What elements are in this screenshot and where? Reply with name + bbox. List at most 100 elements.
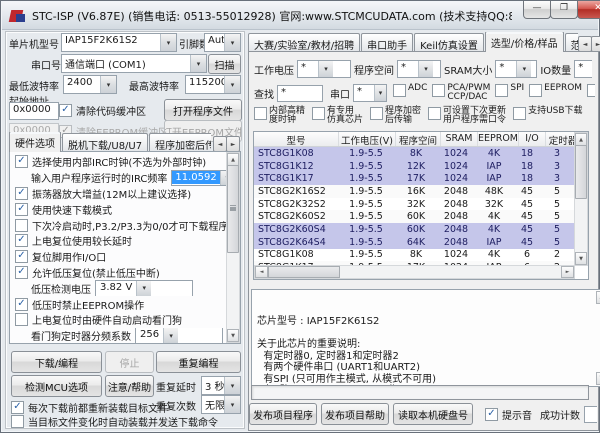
chevron-down-icon[interactable]: ▾ (136, 281, 151, 296)
io-filter-select[interactable]: *▾ (574, 60, 592, 78)
chevron-down-icon[interactable]: ▾ (224, 76, 240, 93)
table-vertical-scrollbar[interactable]: ▲ ▼ (574, 132, 588, 266)
tab-scroll-left-icon[interactable]: ◄ (578, 36, 592, 52)
scroll-down-icon[interactable]: ▼ (575, 252, 587, 265)
chevron-down-icon[interactable]: ▾ (224, 34, 240, 51)
clear-code-buffer-checkbox[interactable]: ✓ 清除代码缓冲区 (59, 103, 146, 118)
option-row[interactable]: ✓允许低压复位(禁止低压中断) (10, 265, 227, 281)
checkbox-unchecked-icon[interactable] (15, 313, 28, 326)
feature-checkbox-可设置下次更新[interactable]: 可设置下次更新用户程序需口令 (428, 107, 506, 126)
chevron-down-icon[interactable]: ▾ (224, 377, 240, 394)
repeat-program-button[interactable]: 重复编程 (156, 351, 241, 373)
chevron-down-icon[interactable]: ▾ (374, 85, 386, 101)
checkbox-unchecked-icon[interactable] (370, 107, 383, 120)
tab-scroll-right-icon[interactable]: ► (226, 136, 240, 152)
left-tab-程序加密后传输[interactable]: 程序加密后传输 (149, 133, 211, 152)
repeat-delay-select[interactable]: 3 秒▾ (201, 376, 241, 395)
option-row[interactable]: 看门狗定时器分频系数256▾ (10, 328, 227, 344)
scroll-right-icon[interactable]: ► (561, 266, 574, 278)
table-horizontal-scrollbar[interactable]: ◄ ► (254, 265, 575, 279)
option-row[interactable]: ✓上电复位使用较长延时 (10, 233, 227, 249)
check-mcu-options-button[interactable]: 检测MCU选项 (11, 375, 102, 397)
mcu-model-select[interactable]: IAP15F2K61S2▾ (61, 33, 177, 52)
checkbox-checked-icon[interactable]: ✓ (15, 250, 28, 263)
flash-filter-select[interactable]: *▾ (397, 60, 441, 78)
scroll-up-icon[interactable]: ▲ (596, 291, 600, 304)
code-start-address-input[interactable]: 0x0000 (9, 102, 59, 120)
checkbox-unchecked-icon[interactable] (312, 107, 325, 120)
chevron-down-icon[interactable]: ▾ (160, 34, 176, 51)
checkbox-unchecked-icon[interactable] (587, 84, 595, 97)
scrollbar-thumb[interactable] (575, 145, 587, 199)
chevron-down-icon[interactable]: ▾ (100, 76, 116, 93)
scroll-down-icon[interactable]: ▼ (596, 372, 600, 385)
feature-checkbox-程序加密[interactable]: 程序加密后传输 (370, 107, 421, 126)
right-tab-Keil仿真设置[interactable]: Keil仿真设置 (414, 33, 484, 52)
right-tab-范例程序[interactable]: 范例程序 (565, 33, 578, 52)
checkbox-unchecked-icon[interactable] (393, 84, 406, 97)
scrollbar-thumb[interactable] (227, 165, 239, 253)
checkbox-unchecked-icon[interactable] (432, 84, 445, 97)
sram-filter-select[interactable]: *▾ (495, 60, 537, 78)
pin-count-select[interactable]: Auto▾ (204, 33, 241, 52)
table-row[interactable]: STC8G1K081.9-5.58K10244K183 (254, 147, 575, 160)
table-row[interactable]: STC8G2K60S21.9-5.560K20484K455 (254, 210, 575, 223)
table-row[interactable]: STC8G2K64S41.9-5.564K2048IAP455 (254, 236, 575, 249)
chevron-down-icon[interactable]: ▾ (224, 396, 240, 413)
option-row[interactable]: 输入用户程序运行时的IRC频率11.0592▾MHz (10, 170, 227, 186)
checkbox-unchecked-icon[interactable] (513, 107, 526, 120)
checkbox-checked-icon[interactable]: ✓ (15, 203, 28, 216)
option-select[interactable]: 3.82 V▾ (95, 280, 193, 296)
min-baud-select[interactable]: 2400▾ (63, 75, 117, 94)
com-port-select[interactable]: 通信端口 (COM1)▾ (61, 54, 207, 73)
maximize-button[interactable]: ❐ (550, 1, 578, 19)
option-row[interactable]: ✓低压时禁止EEPROM操作 (10, 296, 227, 312)
left-tab-硬件选项[interactable]: 硬件选项 (9, 132, 61, 152)
checkbox-checked-icon[interactable]: ✓ (15, 266, 28, 279)
reload-target-file-checkbox[interactable]: ✓ 每次下载前都重新装载目标文件 (11, 400, 168, 415)
feature-checkbox-比较器(可当[interactable]: 比较器(可当可作掉电检 (587, 84, 595, 103)
scan-button[interactable]: 扫描 (208, 54, 241, 74)
chevron-down-icon[interactable]: ▾ (418, 61, 433, 77)
irc-frequency-input[interactable]: 11.0592▾ (171, 170, 227, 186)
minimize-button[interactable]: — (523, 1, 551, 19)
option-row[interactable]: ✓选择使用内部IRC时钟(不选为外部时钟) (10, 154, 227, 170)
options-vertical-scrollbar[interactable]: ▲ ▼ (226, 152, 240, 343)
chevron-down-icon[interactable]: ▾ (190, 55, 206, 72)
search-filter-input[interactable]: * (277, 85, 323, 102)
scroll-down-icon[interactable]: ▼ (227, 329, 239, 342)
publish-project-help-button[interactable]: 发布项目帮助 (321, 403, 389, 425)
column-header-EEPROM[interactable]: EEPROM (478, 132, 519, 146)
uart-filter-select[interactable]: *▾ (353, 84, 387, 102)
publish-project-program-button[interactable]: 发布项目程序 (249, 403, 317, 425)
max-baud-select[interactable]: 115200▾ (185, 75, 241, 94)
column-header-SRAM[interactable]: SRAM (441, 132, 478, 146)
checkbox-unchecked-icon[interactable] (15, 219, 28, 232)
checkbox-checked-icon[interactable]: ✓ (11, 401, 24, 414)
option-row[interactable]: ✓使用快速下载模式 (10, 201, 227, 217)
feature-checkbox-SPI[interactable]: SPI (495, 84, 524, 103)
feature-checkbox-有专用[interactable]: 有专用仿真芯片 (312, 107, 363, 126)
checkbox-checked-icon[interactable]: ✓ (59, 104, 72, 117)
column-header-程序空间[interactable]: 程序空间 (396, 132, 441, 146)
option-row[interactable]: 下次冷启动时,P3.2/P3.3为0/0才可下载程序 (10, 217, 227, 233)
checkbox-unchecked-icon[interactable] (11, 415, 24, 428)
beep-checkbox[interactable]: ✓ (485, 408, 498, 421)
download-program-button[interactable]: 下载/编程 (11, 351, 102, 373)
checkbox-unchecked-icon[interactable] (529, 84, 542, 97)
scrollbar-thumb[interactable] (268, 266, 340, 278)
open-program-file-button[interactable]: 打开程序文件 (164, 99, 242, 121)
scroll-left-icon[interactable]: ◄ (255, 266, 268, 278)
table-row[interactable]: STC8G2K32S21.9-5.532K204832K455 (254, 198, 575, 211)
chevron-down-icon[interactable]: ▾ (163, 328, 178, 343)
autoload-on-change-checkbox[interactable]: 当目标文件变化时自动装载并发送下载命令 (11, 414, 218, 429)
column-header-型号[interactable]: 型号 (254, 132, 339, 146)
table-row[interactable]: STC8G1K121.9-5.512K1024IAP183 (254, 160, 575, 173)
option-row[interactable]: ✓振荡器放大增益(12M以上建议选择) (10, 186, 227, 202)
table-row[interactable]: STC8G2K16S21.9-5.516K204848K455 (254, 185, 575, 198)
tab-scroll-right-icon[interactable]: ► (591, 36, 600, 52)
column-header-工作电压(V)[interactable]: 工作电压(V) (339, 132, 396, 146)
help-button[interactable]: 注意/帮助 (105, 375, 154, 397)
feature-checkbox-EEPROM[interactable]: EEPROM (529, 84, 582, 103)
table-row[interactable]: STC8G1K171.9-5.517K1024IAP183 (254, 172, 575, 185)
